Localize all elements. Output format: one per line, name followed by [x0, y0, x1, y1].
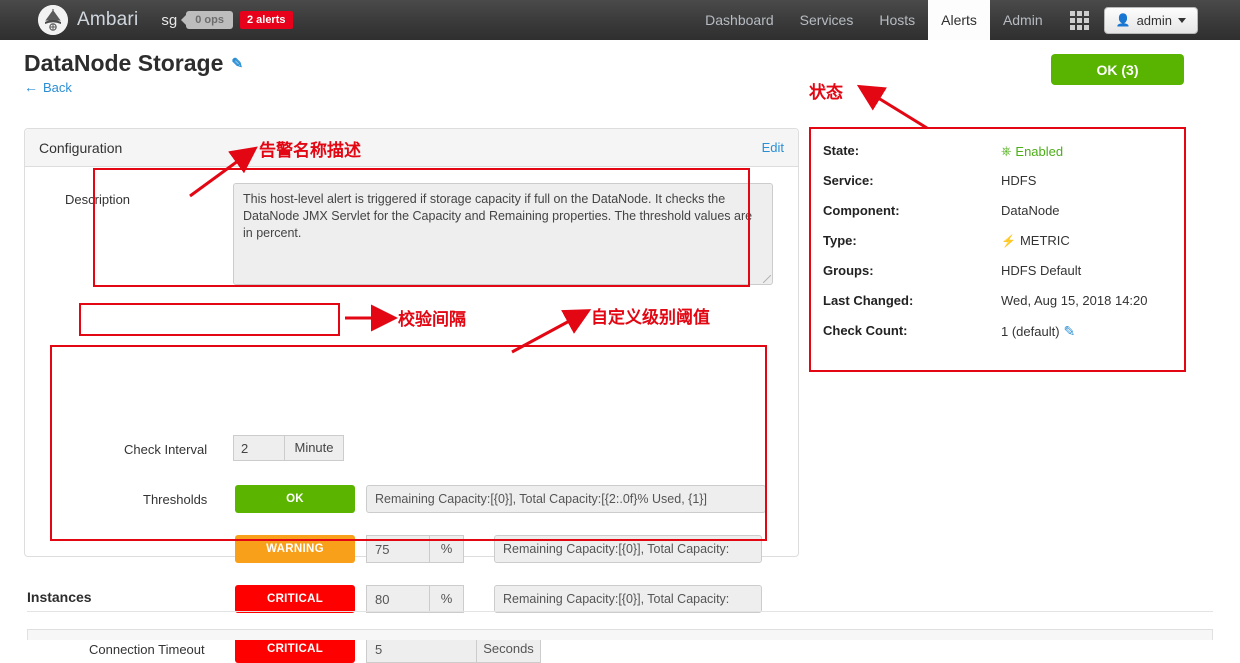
info-row: Groups: HDFS Default — [823, 263, 1184, 293]
instances-table-header — [27, 629, 1213, 640]
back-label: Back — [43, 79, 72, 95]
info-key-check-count: Check Count: — [823, 323, 908, 338]
nav-link-dashboard[interactable]: Dashboard — [692, 0, 787, 40]
threshold-unit-warning: % — [429, 535, 464, 563]
admin-dropdown-button[interactable]: 👤 admin — [1103, 6, 1198, 34]
info-value-groups: HDFS Default — [1001, 263, 1082, 278]
top-navbar: Ambari sg 0 ops 2 alerts Dashboard Servi… — [0, 0, 1240, 40]
configuration-panel: Configuration Edit Description This host… — [24, 128, 799, 663]
info-key-state: State: — [823, 143, 860, 158]
info-row: Component: DataNode — [823, 203, 1184, 233]
threshold-value-warning[interactable] — [366, 535, 429, 563]
alert-status-button[interactable]: OK (3) — [1051, 54, 1184, 85]
instances-divider — [27, 611, 1213, 612]
info-key-type: Type: — [823, 233, 857, 248]
configuration-panel-header: Configuration Edit — [25, 129, 798, 167]
description-label: Description — [65, 192, 131, 207]
annotation-state-text: 状态 — [809, 83, 843, 103]
grid-icon[interactable] — [1069, 10, 1089, 30]
info-row: Last Changed: Wed, Aug 15, 2018 14:20 — [823, 293, 1184, 323]
cluster-name[interactable]: sg — [161, 12, 177, 29]
info-value-type-text: METRIC — [1019, 233, 1070, 248]
info-value-component: DataNode — [1001, 203, 1060, 218]
ops-badge[interactable]: 0 ops — [186, 11, 233, 29]
info-row: Type: ⚡ METRIC — [823, 233, 1184, 263]
info-value-check-count-text: 1 (default) — [1001, 324, 1060, 339]
annotation-check-interval-text: 校验间隔 — [398, 310, 466, 330]
edit-link[interactable]: Edit — [762, 140, 784, 155]
annotation-custom-thresholds-text: 自定义级别阈值 — [591, 308, 710, 328]
threshold-text-critical[interactable] — [494, 585, 762, 613]
info-key-last-changed: Last Changed: — [823, 293, 914, 308]
threshold-text-ok[interactable] — [366, 485, 766, 513]
brand-name: Ambari — [77, 9, 139, 30]
info-value-last-changed: Wed, Aug 15, 2018 14:20 — [1001, 293, 1148, 308]
alert-info-panel: State: ⎈ Enabled Service: HDFS Component… — [809, 127, 1186, 372]
resize-grip-icon[interactable] — [763, 275, 771, 283]
nav-link-services[interactable]: Services — [787, 0, 867, 40]
info-value-service: HDFS — [1001, 173, 1037, 188]
threshold-severity-critical[interactable]: CRITICAL — [235, 585, 355, 613]
info-value-state: ⎈ Enabled — [1001, 143, 1063, 159]
connection-timeout-label: Connection Timeout — [89, 642, 205, 657]
instances-title: Instances — [27, 589, 92, 605]
nav-link-alerts[interactable]: Alerts — [928, 0, 990, 40]
page-title-text: DataNode Storage — [24, 50, 224, 76]
annotation-alert-description-text: 告警名称描述 — [259, 141, 361, 161]
alerts-badge[interactable]: 2 alerts — [239, 11, 293, 29]
power-icon: ⎈ — [1001, 143, 1012, 158]
check-interval-unit: Minute — [284, 435, 344, 461]
info-key-groups: Groups: — [823, 263, 874, 278]
threshold-text-warning[interactable] — [494, 535, 762, 563]
info-row: State: ⎈ Enabled — [823, 143, 1184, 173]
threshold-severity-warning[interactable]: WARNING — [235, 535, 355, 563]
check-interval-label: Check Interval — [124, 442, 208, 457]
threshold-value-critical[interactable] — [366, 585, 429, 613]
user-icon: 👤 — [1115, 13, 1131, 27]
brand-block[interactable]: Ambari — [38, 5, 138, 35]
configuration-title: Configuration — [39, 139, 123, 156]
description-textarea[interactable]: This host-level alert is triggered if st… — [233, 183, 773, 285]
info-value-check-count: 1 (default) ✎ — [1001, 323, 1075, 340]
threshold-severity-ok[interactable]: OK — [235, 485, 355, 513]
info-value-state-text: Enabled — [1015, 143, 1064, 159]
admin-label: admin — [1136, 12, 1172, 28]
threshold-unit-critical: % — [429, 585, 464, 613]
chevron-down-icon — [1178, 17, 1186, 23]
page-title: DataNode Storage ✎ — [24, 50, 243, 77]
info-key-service: Service: — [823, 173, 874, 188]
pencil-icon[interactable]: ✎ — [231, 55, 243, 72]
bolt-icon: ⚡ — [1001, 233, 1016, 248]
pencil-icon[interactable]: ✎ — [1064, 323, 1076, 340]
nav-links: Dashboard Services Hosts Alerts Admin 👤 … — [692, 0, 1240, 40]
info-row: Check Count: 1 (default) ✎ — [823, 323, 1184, 353]
arrow-left-icon: ← — [24, 79, 38, 95]
nav-link-hosts[interactable]: Hosts — [866, 0, 928, 40]
info-value-type: ⚡ METRIC — [1001, 233, 1070, 248]
thresholds-label: Thresholds — [143, 492, 208, 507]
info-key-component: Component: — [823, 203, 900, 218]
nav-link-admin[interactable]: Admin — [990, 0, 1056, 40]
ambari-logo-icon — [38, 5, 68, 35]
info-row: Service: HDFS — [823, 173, 1184, 203]
back-link[interactable]: ← Back — [24, 79, 72, 95]
check-interval-input[interactable] — [233, 435, 284, 461]
